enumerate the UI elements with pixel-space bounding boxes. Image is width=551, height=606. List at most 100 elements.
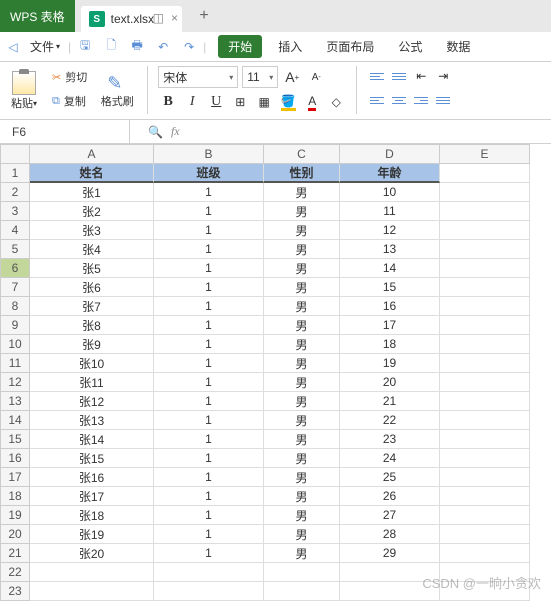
col-head-D[interactable]: D [340,144,440,164]
cell-name-9[interactable]: 张8 [30,316,154,335]
cell-gender-5[interactable]: 男 [264,240,340,259]
document-tab[interactable]: S text.xlsx ◫ × [81,6,182,32]
cell-age-18[interactable]: 26 [340,487,440,506]
cell-class-13[interactable]: 1 [154,392,264,411]
header-cell-class[interactable]: 班级 [154,164,264,183]
cell[interactable] [440,335,530,354]
font-size-select[interactable]: 11▾ [242,66,278,88]
row-head-23[interactable]: 23 [0,582,30,601]
row-head-14[interactable]: 14 [0,411,30,430]
cell-gender-3[interactable]: 男 [264,202,340,221]
header-cell-name[interactable]: 姓名 [30,164,154,183]
indent-decrease-button[interactable]: ⇤ [411,66,431,86]
format-painter-button[interactable]: ✎ 格式刷 [97,66,137,115]
cell-age-20[interactable]: 28 [340,525,440,544]
row-head-8[interactable]: 8 [0,297,30,316]
cell-name-7[interactable]: 张6 [30,278,154,297]
fill-color-button[interactable]: 🪣 [278,92,298,112]
decrease-font-button[interactable]: A- [306,67,326,87]
cell[interactable] [440,202,530,221]
cell[interactable] [340,582,440,601]
cell-class-19[interactable]: 1 [154,506,264,525]
cell-name-16[interactable]: 张15 [30,449,154,468]
cell-age-8[interactable]: 16 [340,297,440,316]
cell[interactable] [154,582,264,601]
copy-button[interactable]: ⧉复制 [52,90,87,112]
row-head-11[interactable]: 11 [0,354,30,373]
cell-name-5[interactable]: 张4 [30,240,154,259]
cell[interactable] [264,563,340,582]
cell-class-17[interactable]: 1 [154,468,264,487]
cell-name-10[interactable]: 张9 [30,335,154,354]
cell[interactable] [440,259,530,278]
tab-page-layout[interactable]: 页面布局 [318,34,382,59]
tab-insert[interactable]: 插入 [270,34,310,59]
col-head-C[interactable]: C [264,144,340,164]
align-right-button[interactable] [411,90,431,110]
cell[interactable] [30,563,154,582]
font-name-select[interactable]: 宋体▾ [158,66,238,88]
cell-gender-18[interactable]: 男 [264,487,340,506]
cell-gender-8[interactable]: 男 [264,297,340,316]
cell[interactable] [440,297,530,316]
cell-gender-17[interactable]: 男 [264,468,340,487]
cell-class-3[interactable]: 1 [154,202,264,221]
cell-age-6[interactable]: 14 [340,259,440,278]
col-head-A[interactable]: A [30,144,154,164]
cell-age-5[interactable]: 13 [340,240,440,259]
border-style-button[interactable]: ▦ [254,92,274,112]
cell[interactable] [440,506,530,525]
qat-print-icon[interactable]: 🖶 [125,35,149,59]
cell-class-4[interactable]: 1 [154,221,264,240]
cell[interactable] [440,183,530,202]
cell-class-15[interactable]: 1 [154,430,264,449]
row-head-9[interactable]: 9 [0,316,30,335]
row-head-13[interactable]: 13 [0,392,30,411]
cell-age-11[interactable]: 19 [340,354,440,373]
col-head-B[interactable]: B [154,144,264,164]
cell-name-14[interactable]: 张13 [30,411,154,430]
cell-class-20[interactable]: 1 [154,525,264,544]
cell-gender-16[interactable]: 男 [264,449,340,468]
cell-class-11[interactable]: 1 [154,354,264,373]
cell[interactable] [440,221,530,240]
close-icon[interactable]: × [171,11,178,25]
col-head-E[interactable]: E [440,144,530,164]
border-button[interactable]: ⊞ [230,92,250,112]
row-head-20[interactable]: 20 [0,525,30,544]
cell-class-2[interactable]: 1 [154,183,264,202]
cell-age-21[interactable]: 29 [340,544,440,563]
row-head-10[interactable]: 10 [0,335,30,354]
cell-gender-10[interactable]: 男 [264,335,340,354]
app-button[interactable]: WPS 表格 [0,0,75,32]
cell[interactable] [440,525,530,544]
cell-age-3[interactable]: 11 [340,202,440,221]
cell[interactable] [440,240,530,259]
cell[interactable] [440,468,530,487]
cell-name-13[interactable]: 张12 [30,392,154,411]
cell[interactable] [440,582,530,601]
file-menu[interactable]: 文件▾ [24,35,66,59]
cell-name-21[interactable]: 张20 [30,544,154,563]
cell-name-12[interactable]: 张11 [30,373,154,392]
row-head-18[interactable]: 18 [0,487,30,506]
cell-gender-12[interactable]: 男 [264,373,340,392]
indent-increase-button[interactable]: ⇥ [433,66,453,86]
cell-gender-7[interactable]: 男 [264,278,340,297]
app-menu-icon[interactable]: ◁ [4,36,22,58]
cell-gender-20[interactable]: 男 [264,525,340,544]
align-middle-button[interactable] [389,66,409,86]
highlight-button[interactable]: ◇ [326,92,346,112]
header-cell-age[interactable]: 年龄 [340,164,440,183]
cell[interactable] [30,582,154,601]
font-color-button[interactable]: A [302,92,322,112]
cell-class-10[interactable]: 1 [154,335,264,354]
cell-gender-14[interactable]: 男 [264,411,340,430]
cell[interactable] [440,487,530,506]
cell-gender-19[interactable]: 男 [264,506,340,525]
cell-class-7[interactable]: 1 [154,278,264,297]
row-head-22[interactable]: 22 [0,563,30,582]
cell-class-6[interactable]: 1 [154,259,264,278]
align-justify-button[interactable] [433,90,453,110]
cell[interactable] [440,392,530,411]
